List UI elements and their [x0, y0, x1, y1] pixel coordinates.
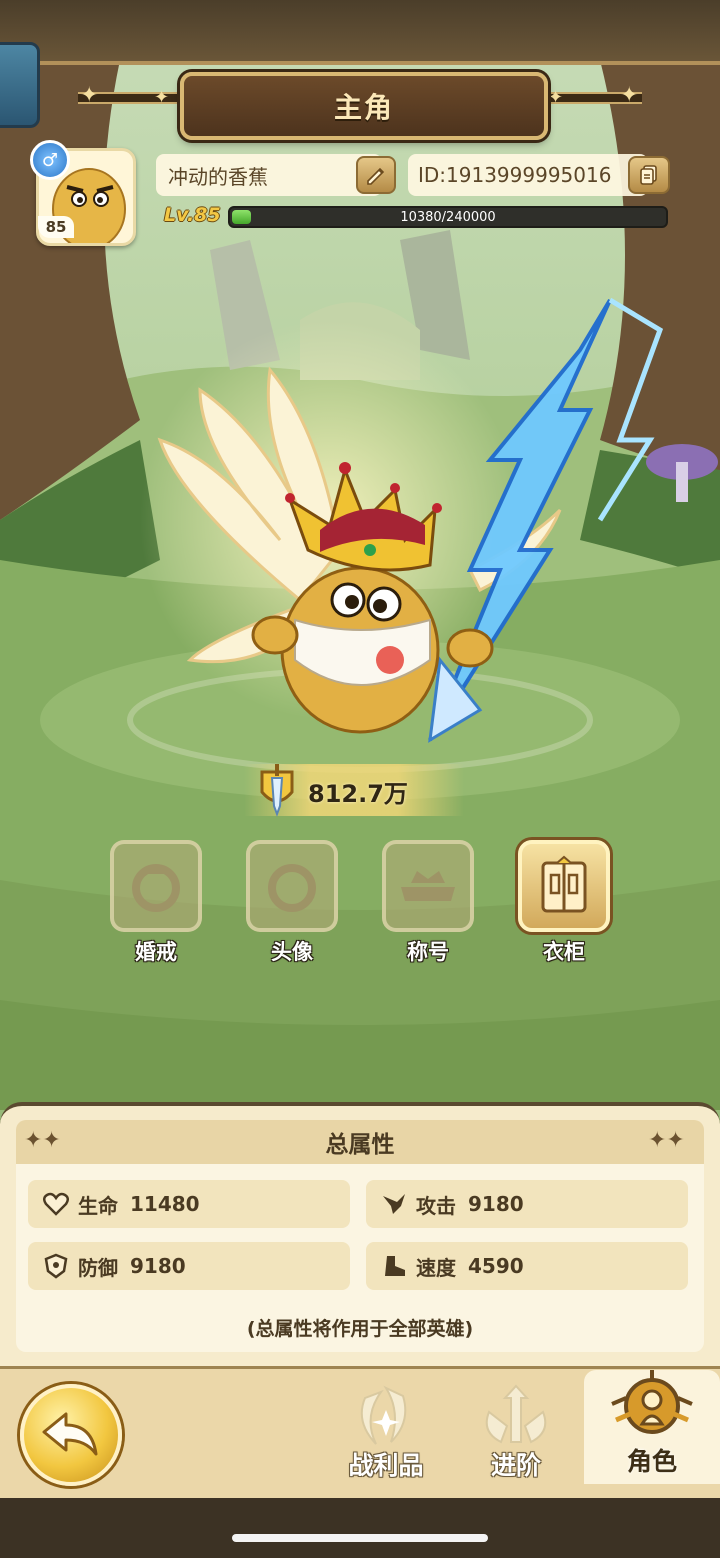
stat-label: 攻击 [416, 1193, 456, 1218]
attributes-title: 总属性 [325, 1132, 395, 1158]
feature-wardrobe[interactable]: 衣柜 [514, 840, 614, 966]
attributes-header: ✦✦ 总属性 ✦✦ [16, 1120, 704, 1164]
tab-label: 角色 [626, 1447, 677, 1476]
feature-label: 头像 [271, 940, 313, 964]
heart-icon [42, 1190, 70, 1218]
sparkle-icon: ✦ [80, 83, 99, 108]
stat-value: 11480 [130, 1192, 200, 1216]
edit-name-button[interactable] [356, 156, 396, 194]
sparkle-icon: ✦ [548, 87, 564, 108]
feature-label: 衣柜 [543, 940, 585, 964]
shield-icon [42, 1252, 70, 1280]
role-screen: ✦ ✦ ✦ ✦ 主角 ♂ 85 冲动的香蕉 ID:1913999995016 L… [0, 0, 720, 1558]
title-icon [401, 871, 455, 901]
back-button[interactable] [20, 1384, 122, 1486]
exp-progress-text: 10380/240000 [400, 209, 496, 225]
attributes-note: (总属性将作用于全部英雄) [246, 1318, 474, 1340]
stat-attack: 攻击 9180 [366, 1180, 688, 1228]
player-name: 冲动的香蕉 [168, 164, 268, 189]
character-icon [611, 1370, 693, 1434]
copy-icon [640, 165, 657, 185]
male-gender-icon: ♂ [30, 140, 70, 180]
feature-ring[interactable]: 婚戒 [106, 840, 206, 966]
ring-button[interactable] [110, 840, 202, 932]
feature-avatar-frame[interactable]: 头像 [242, 840, 342, 966]
player-name-field: 冲动的香蕉 [156, 154, 382, 196]
player-id-field: ID:1913999995016 [408, 154, 648, 196]
wardrobe-button[interactable] [518, 840, 610, 932]
feature-label: 婚戒 [135, 940, 177, 964]
tab-advance[interactable]: 进阶 [456, 1378, 576, 1488]
tab-label: 进阶 [490, 1451, 541, 1480]
pencil-icon [367, 167, 385, 185]
stat-hp: 生命 11480 [28, 1180, 350, 1228]
sword-power-icon [260, 764, 294, 817]
title-banner: 主角 [180, 72, 548, 140]
attack-icon [380, 1190, 408, 1218]
stat-value: 9180 [468, 1192, 524, 1216]
title-button[interactable] [382, 840, 474, 932]
player-id: ID:1913999995016 [418, 163, 612, 187]
exp-progress-bar: 10380/240000 [228, 206, 668, 228]
stat-label: 速度 [416, 1255, 456, 1280]
wardrobe-icon [541, 855, 587, 913]
avatar-level-badge: 85 [38, 216, 74, 238]
bottom-shelf [0, 1498, 720, 1558]
back-arrow-icon [42, 1412, 98, 1456]
feature-label: 称号 [407, 940, 449, 964]
sparkle-icon: ✦✦ [24, 1128, 61, 1153]
corner-ornament [0, 42, 40, 128]
boot-icon [380, 1252, 408, 1280]
stat-label: 生命 [78, 1193, 118, 1218]
tab-label: 战利品 [348, 1451, 424, 1480]
page-title: 主角 [333, 91, 394, 124]
sparkle-icon: ✦✦ [648, 1128, 685, 1153]
ring-icon [132, 864, 180, 912]
total-attributes-panel: ✦✦ 总属性 ✦✦ 生命 11480 攻击 9180 防御 9180 速度 45… [0, 1102, 720, 1374]
stat-value: 4590 [468, 1254, 524, 1278]
copy-id-button[interactable] [628, 156, 670, 194]
sparkle-icon: ✦ [620, 83, 639, 108]
stat-defense: 防御 9180 [28, 1242, 350, 1290]
stat-speed: 速度 4590 [366, 1242, 688, 1290]
stat-value: 9180 [130, 1254, 186, 1278]
sparkle-icon: ✦ [154, 87, 170, 108]
attributes-body: 生命 11480 攻击 9180 防御 9180 速度 4590 (总属性将作用… [16, 1164, 704, 1352]
tab-loot[interactable]: 战利品 [326, 1378, 446, 1488]
top-frame [0, 0, 720, 65]
avatar-frame-button[interactable] [246, 840, 338, 932]
combat-power-value: 812.7万 [308, 780, 408, 808]
feature-title[interactable]: 称号 [378, 840, 478, 966]
combat-power: 812.7万 [244, 764, 464, 817]
player-level: Lv.85 [164, 204, 221, 226]
home-indicator[interactable] [232, 1534, 488, 1542]
hero-character [140, 297, 664, 743]
avatar-frame-icon [268, 864, 316, 912]
stat-label: 防御 [78, 1255, 118, 1280]
tab-character[interactable]: 角色 [584, 1370, 720, 1484]
